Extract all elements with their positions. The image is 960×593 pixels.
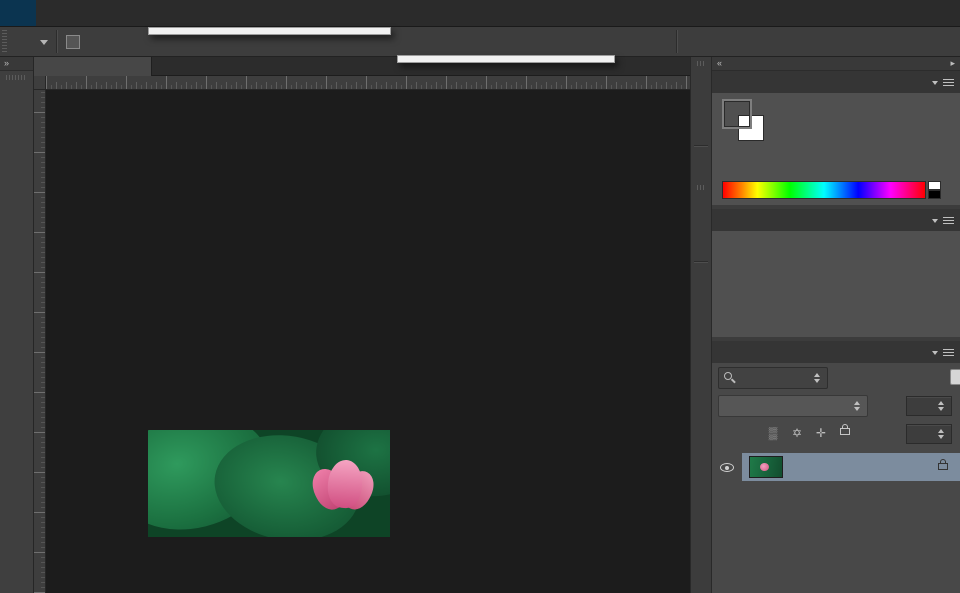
updown-caret-icon — [853, 401, 862, 411]
layers-panel: ▒ ✡ ✛ — [712, 341, 960, 593]
options-bar — [0, 27, 960, 57]
auto-select-checkbox[interactable] — [66, 35, 80, 49]
right-dock: « ▸ — [690, 57, 960, 593]
lock-transparency-icon[interactable]: ▒ — [764, 424, 782, 442]
move-tool-icon — [12, 32, 32, 52]
color-spectrum-ramp[interactable] — [722, 181, 926, 199]
panel-dock: « ▸ — [712, 57, 960, 593]
color-panel-tabs — [712, 71, 960, 93]
fill-value[interactable] — [906, 424, 952, 444]
panel-menu-icon[interactable] — [932, 78, 954, 87]
tools-dock: » — [0, 57, 34, 593]
lock-all-icon[interactable] — [840, 428, 850, 435]
updown-caret-icon — [937, 429, 946, 439]
adjustments-panel — [712, 209, 960, 337]
divider — [694, 145, 708, 146]
panel-dock-header: « ▸ — [712, 57, 960, 71]
photoshop-logo — [0, 0, 36, 26]
layer-locked-icon — [938, 463, 948, 470]
collapsed-panels-strip — [690, 57, 712, 593]
black-swatch[interactable] — [928, 190, 941, 199]
foreground-color-swatch[interactable] — [724, 101, 750, 127]
document-tab[interactable] — [34, 57, 152, 76]
lotus-flower — [308, 458, 384, 534]
dock-grip[interactable] — [697, 185, 705, 190]
dock-grip[interactable] — [697, 61, 705, 66]
layers-panel-bottom-buttons[interactable] — [712, 585, 960, 593]
expand-panels-icon[interactable]: ▸ — [950, 57, 955, 70]
layers-panel-tabs — [712, 341, 960, 363]
adjustments-panel-tabs — [712, 209, 960, 231]
panel-menu-icon[interactable] — [932, 348, 954, 357]
layer-visibility-eye-icon[interactable] — [720, 463, 734, 472]
layer-row[interactable] — [712, 453, 960, 481]
image-menu-dropdown — [148, 27, 391, 35]
vertical-ruler — [34, 90, 46, 593]
collapse-panels-icon[interactable]: « — [717, 57, 722, 70]
options-bar-grip[interactable] — [2, 30, 7, 53]
opacity-value[interactable] — [906, 396, 952, 416]
layer-filter-toggle[interactable] — [950, 369, 960, 385]
divider — [676, 30, 677, 53]
updown-caret-icon — [937, 401, 946, 411]
tool-preset-caret-icon[interactable] — [40, 40, 48, 45]
lock-position-icon[interactable]: ✛ — [812, 424, 830, 442]
document-image[interactable] — [148, 430, 390, 537]
layer-filter-type-select[interactable] — [718, 367, 828, 389]
search-icon — [724, 372, 732, 380]
updown-caret-icon — [813, 373, 822, 383]
adjustments-submenu — [397, 55, 615, 63]
white-swatch[interactable] — [928, 181, 941, 190]
menu-bar — [0, 0, 960, 27]
divider — [694, 261, 708, 262]
tools-dock-grip[interactable] — [6, 75, 27, 80]
panel-menu-icon[interactable] — [932, 216, 954, 225]
photoshop-window: » « ▸ — [0, 0, 960, 593]
blend-mode-select[interactable] — [718, 395, 868, 417]
layer-thumbnail[interactable] — [749, 456, 783, 478]
divider — [56, 30, 57, 53]
horizontal-ruler — [46, 76, 690, 90]
canvas-area[interactable] — [46, 90, 690, 593]
lock-paint-icon[interactable]: ✡ — [788, 424, 806, 442]
ruler-corner — [34, 76, 46, 90]
collapse-tools-icon[interactable]: » — [0, 57, 33, 71]
color-panel — [712, 71, 960, 205]
